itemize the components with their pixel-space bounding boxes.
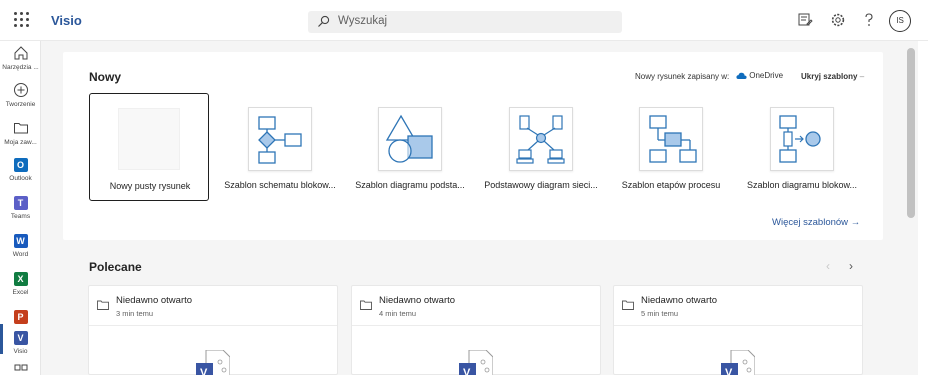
- template-basic-network[interactable]: Podstawowy diagram sieci...: [481, 93, 601, 201]
- card-title: Niedawno otwarto: [116, 295, 193, 306]
- rail-item-label: Visio: [13, 348, 28, 355]
- word-icon: W: [13, 234, 28, 248]
- hide-templates-button[interactable]: Ukryj szablony –: [801, 72, 864, 81]
- onedrive-link[interactable]: OneDrive: [736, 71, 783, 80]
- network-thumbnail-icon: [516, 115, 565, 164]
- svg-text:V: V: [200, 367, 208, 375]
- cloud-icon: [736, 73, 747, 80]
- rail-item-label: Word: [12, 251, 29, 258]
- visio-file-icon: V: [721, 350, 755, 375]
- teams-icon: T: [13, 196, 28, 210]
- card-header: Niedawno otwarto 3 min temu: [89, 286, 337, 326]
- template-basic-flowchart[interactable]: Szablon schematu blokow...: [220, 93, 340, 201]
- card-header: Niedawno otwarto 5 min temu: [614, 286, 862, 326]
- scrollbar-thumb[interactable]: [907, 48, 915, 218]
- more-templates-label: Więcej szablonów: [772, 217, 849, 228]
- template-label: Szablon etapów procesu: [621, 180, 721, 190]
- rail-item-powerpoint[interactable]: P: [0, 310, 41, 324]
- save-location-note: Nowy rysunek zapisany w:: [635, 72, 730, 81]
- template-thumbnail: [118, 108, 180, 170]
- template-blank[interactable]: Nowy pusty rysunek: [89, 93, 209, 201]
- template-label: Szablon diagramu blokow...: [746, 180, 858, 190]
- template-process-steps[interactable]: Szablon etapów procesu: [611, 93, 731, 201]
- rail-item-label: Teams: [10, 213, 31, 220]
- template-thumbnail: [248, 107, 312, 171]
- process-steps-thumbnail-icon: [649, 115, 697, 163]
- chevron-left-icon[interactable]: ‹: [826, 259, 830, 273]
- visio-file-icon: V: [459, 350, 493, 375]
- block-diagram-thumbnail-icon: [779, 115, 821, 163]
- help-icon[interactable]: [862, 12, 876, 28]
- rail-item-label: Outlook: [9, 175, 32, 182]
- chevron-right-icon[interactable]: ›: [849, 259, 853, 273]
- feedback-icon[interactable]: [797, 12, 813, 28]
- arrow-right-icon: →: [850, 217, 861, 228]
- top-bar: Visio Wyszukaj IS: [0, 0, 928, 41]
- outlook-icon: O: [13, 158, 28, 172]
- more-templates-link[interactable]: Więcej szablonów →: [772, 217, 860, 228]
- folder-icon: [622, 300, 634, 310]
- template-thumbnail: [770, 107, 834, 171]
- template-label: Szablon schematu blokow...: [224, 180, 336, 190]
- rail-item-label: Moja zaw...: [4, 139, 37, 146]
- avatar[interactable]: IS: [889, 10, 911, 32]
- rail-item-outlook[interactable]: O Outlook: [0, 158, 41, 182]
- template-thumbnail: [639, 107, 703, 171]
- search-icon: [318, 15, 330, 27]
- chevron-up-icon: –: [859, 72, 865, 81]
- rail-item-more[interactable]: [0, 363, 41, 375]
- card-time: 5 min temu: [641, 309, 679, 318]
- template-label: Szablon diagramu podsta...: [355, 180, 465, 190]
- card-header: Niedawno otwarto 4 min temu: [352, 286, 600, 326]
- rail-item-label: Narzędzia ...: [2, 64, 39, 71]
- flowchart-thumbnail-icon: [258, 116, 302, 164]
- card-title: Niedawno otwarto: [641, 295, 718, 306]
- folder-icon: [13, 123, 28, 134]
- app-name[interactable]: Visio: [51, 13, 82, 28]
- recent-file-card[interactable]: Niedawno otwarto 4 min temu V: [351, 285, 601, 375]
- onedrive-label: OneDrive: [749, 71, 784, 80]
- rail-item-my-content[interactable]: Moja zaw...: [0, 120, 41, 146]
- rail-item-teams[interactable]: T Teams: [0, 196, 41, 220]
- svg-text:V: V: [463, 367, 471, 375]
- rail-item-home[interactable]: Narzędzia ...: [0, 45, 41, 71]
- rail-item-label: Tworzenie: [5, 101, 36, 108]
- card-time: 4 min temu: [379, 309, 417, 318]
- template-thumbnail: [378, 107, 442, 171]
- more-apps-icon: [14, 364, 27, 371]
- folder-icon: [97, 300, 109, 310]
- template-label: Nowy pusty rysunek: [109, 181, 191, 191]
- hide-templates-label: Ukryj szablony: [801, 72, 858, 81]
- app-rail: Narzędzia ... Tworzenie Moja zaw... O Ou…: [0, 41, 41, 375]
- home-icon: [14, 46, 27, 60]
- card-title: Niedawno otwarto: [379, 295, 456, 306]
- rail-item-excel[interactable]: X Excel: [0, 272, 41, 296]
- plus-circle-icon: [13, 83, 28, 97]
- rail-item-create[interactable]: Tworzenie: [0, 82, 41, 108]
- template-basic-diagram[interactable]: Szablon diagramu podsta...: [350, 93, 470, 201]
- folder-icon: [360, 300, 372, 310]
- recent-file-card[interactable]: Niedawno otwarto 3 min temu V: [88, 285, 338, 375]
- powerpoint-icon: P: [13, 310, 28, 324]
- excel-icon: X: [13, 272, 28, 286]
- template-thumbnail: [509, 107, 573, 171]
- template-block-diagram[interactable]: Szablon diagramu blokow...: [742, 93, 862, 201]
- rail-item-label: Excel: [12, 289, 29, 296]
- rail-item-visio[interactable]: V Visio: [0, 331, 41, 355]
- visio-icon: V: [13, 331, 28, 345]
- svg-text:V: V: [725, 367, 733, 375]
- search-placeholder: Wyszukaj: [338, 15, 388, 27]
- template-label: Podstawowy diagram sieci...: [484, 180, 598, 190]
- basic-shapes-thumbnail-icon: [385, 114, 433, 163]
- card-time: 3 min temu: [116, 309, 154, 318]
- search-box[interactable]: Wyszukaj: [308, 11, 622, 33]
- rail-item-word[interactable]: W Word: [0, 234, 41, 258]
- gear-icon[interactable]: [830, 12, 846, 28]
- section-title-recommended: Polecane: [89, 260, 142, 274]
- section-title-new: Nowy: [89, 70, 122, 84]
- recent-file-card[interactable]: Niedawno otwarto 5 min temu V: [613, 285, 863, 375]
- visio-file-icon: V: [196, 350, 230, 375]
- app-launcher-icon[interactable]: [14, 12, 30, 28]
